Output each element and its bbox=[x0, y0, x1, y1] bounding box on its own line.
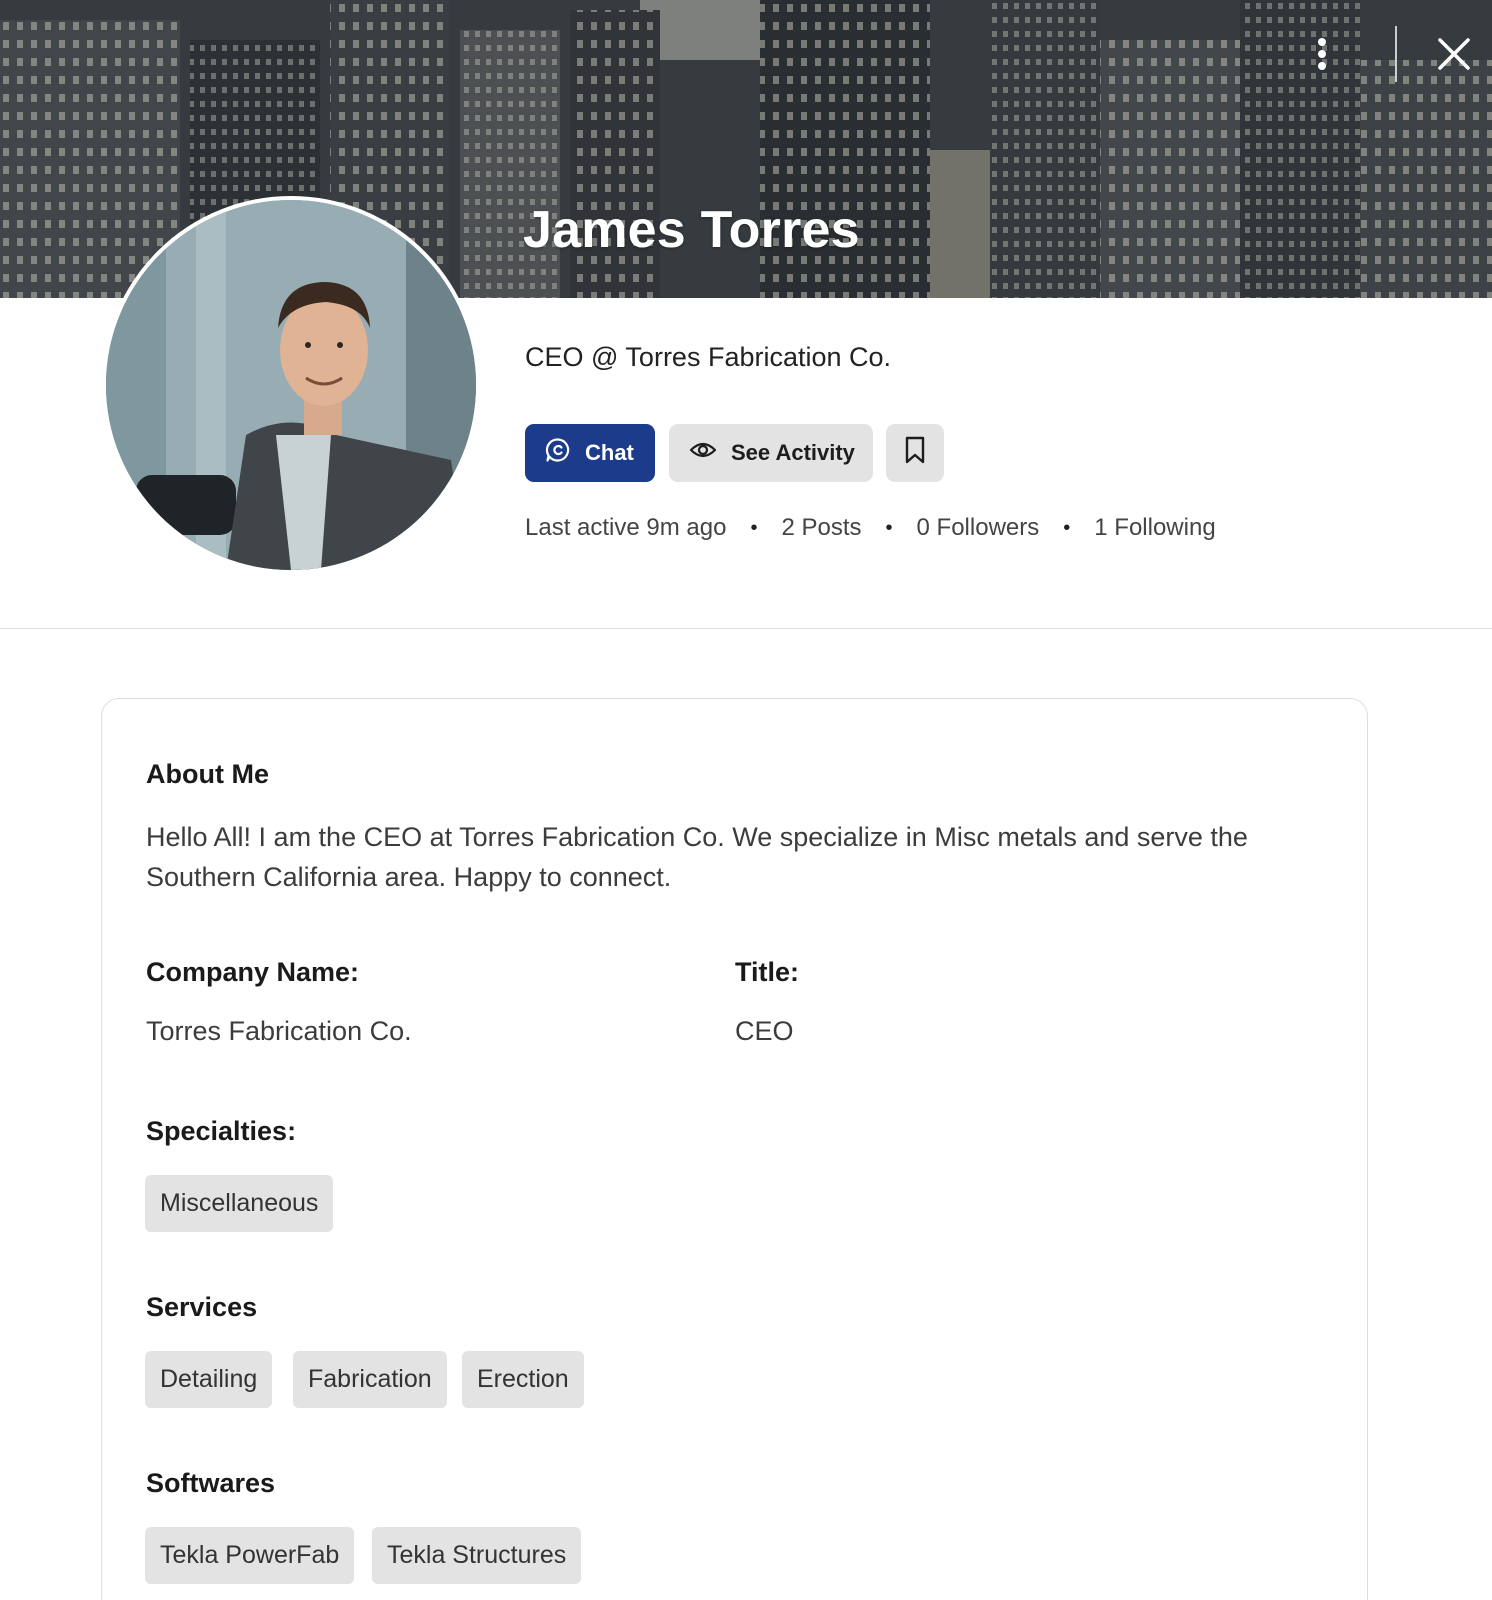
software-tag: Tekla PowerFab bbox=[145, 1527, 355, 1584]
stat-separator: • bbox=[1063, 516, 1071, 539]
specialty-tag: Miscellaneous bbox=[145, 1175, 334, 1232]
close-icon[interactable] bbox=[1436, 36, 1472, 72]
profile-headline: CEO @ Torres Fabrication Co. bbox=[525, 342, 892, 372]
stat-separator: • bbox=[750, 516, 758, 539]
profile-stats: Last active 9m ago • 2 Posts • 0 Followe… bbox=[525, 514, 1216, 542]
chat-bubble-icon bbox=[545, 437, 571, 469]
bookmark-icon bbox=[904, 436, 926, 470]
company-name-value: Torres Fabrication Co. bbox=[146, 1016, 412, 1046]
eye-icon bbox=[689, 440, 717, 466]
posts-count[interactable]: 2 Posts bbox=[781, 514, 861, 542]
followers-count[interactable]: 0 Followers bbox=[917, 514, 1040, 542]
header-divider bbox=[1395, 26, 1397, 82]
company-name-label: Company Name: bbox=[146, 957, 360, 987]
service-tag: Erection bbox=[462, 1351, 584, 1408]
service-tag: Detailing bbox=[145, 1351, 273, 1408]
specialties-title: Specialties: bbox=[146, 1116, 297, 1146]
section-divider bbox=[0, 628, 1492, 629]
chat-button-label: Chat bbox=[585, 440, 634, 465]
profile-details-card: About Me Hello All! I am the CEO at Torr… bbox=[101, 698, 1368, 1600]
title-label: Title: bbox=[735, 957, 800, 987]
bookmark-button[interactable] bbox=[886, 424, 944, 482]
see-activity-label: See Activity bbox=[731, 440, 855, 465]
title-value: CEO bbox=[735, 1016, 794, 1046]
profile-name: James Torres bbox=[523, 201, 860, 259]
softwares-title: Softwares bbox=[146, 1468, 276, 1498]
service-tag: Fabrication bbox=[293, 1351, 447, 1408]
avatar bbox=[102, 196, 480, 574]
see-activity-button[interactable]: See Activity bbox=[669, 424, 873, 482]
more-vertical-icon[interactable] bbox=[1308, 34, 1336, 74]
stat-separator: • bbox=[885, 516, 893, 539]
last-active-text: Last active 9m ago bbox=[525, 514, 727, 541]
following-count[interactable]: 1 Following bbox=[1094, 514, 1215, 542]
software-tag: Tekla Structures bbox=[372, 1527, 582, 1584]
services-title: Services bbox=[146, 1292, 258, 1322]
chat-button[interactable]: Chat bbox=[525, 424, 655, 482]
about-title: About Me bbox=[146, 759, 269, 789]
about-text: Hello All! I am the CEO at Torres Fabric… bbox=[146, 822, 1248, 892]
